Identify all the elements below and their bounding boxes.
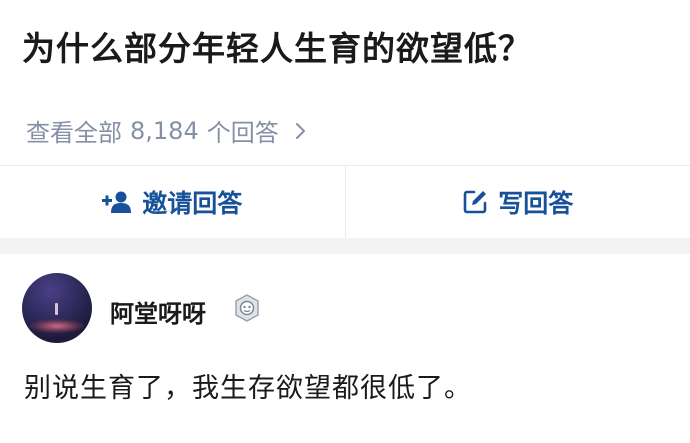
invite-answer-button[interactable]: 邀请回答 [0, 166, 345, 238]
add-user-icon [102, 191, 132, 213]
answer-count: 8,184 [130, 116, 199, 145]
author-name[interactable]: 阿堂呀呀 [110, 294, 206, 329]
invite-answer-label: 邀请回答 [142, 189, 243, 218]
answer-content[interactable]: 别说生育了，我生存欲望都很低了。 [24, 366, 472, 405]
view-all-suffix: 个回答 [206, 119, 279, 147]
edit-icon [463, 190, 487, 214]
avatar[interactable] [22, 273, 92, 343]
page-title: 为什么部分年轻人生育的欲望低？ [22, 29, 532, 68]
view-all-answers-link[interactable]: 查看全部 8,184 个回答 [26, 113, 309, 148]
section-divider [0, 238, 690, 254]
badge-icon[interactable] [232, 293, 262, 323]
write-answer-button[interactable]: 写回答 [346, 166, 690, 238]
write-answer-label: 写回答 [498, 189, 574, 218]
action-bar: 邀请回答 写回答 [0, 166, 690, 238]
view-all-prefix: 查看全部 [26, 119, 122, 147]
chevron-right-icon [295, 122, 305, 139]
